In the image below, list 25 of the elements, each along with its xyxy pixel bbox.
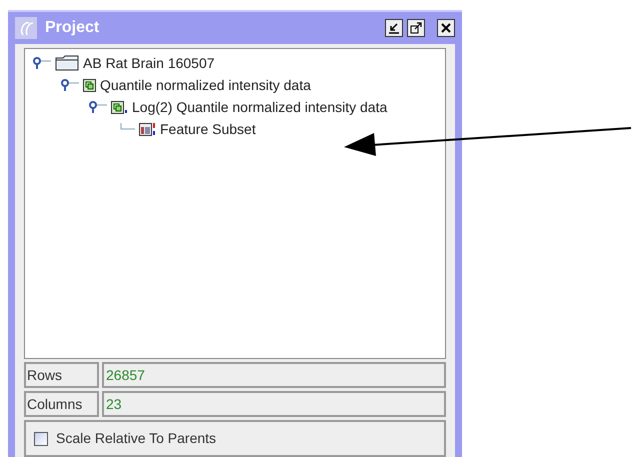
property-value: 26857 (102, 362, 446, 388)
dataset-icon (83, 78, 96, 92)
dataset-icon (111, 100, 128, 114)
property-label: Columns (24, 391, 99, 417)
tree-node-label[interactable]: Log(2) Quantile normalized intensity data (132, 96, 388, 118)
folder-icon (55, 55, 79, 71)
checkbox-label: Scale Relative To Parents (56, 429, 216, 448)
close-icon (441, 23, 451, 33)
window-title: Project (45, 18, 100, 38)
expanded-handle-icon[interactable] (33, 57, 51, 69)
close-button[interactable] (437, 19, 455, 37)
minimize-icon (388, 22, 400, 34)
tree-node-label[interactable]: Feature Subset (160, 118, 256, 140)
expanded-handle-icon[interactable] (89, 101, 107, 113)
tree-node-label[interactable]: AB Rat Brain 160507 (83, 52, 215, 74)
expanded-handle-icon[interactable] (61, 79, 79, 91)
minimize-button[interactable] (385, 19, 403, 37)
property-label: Rows (24, 362, 99, 388)
tree-node-label[interactable]: Quantile normalized intensity data (100, 74, 311, 96)
property-value: 23 (102, 391, 446, 417)
maximize-button[interactable] (407, 19, 425, 37)
app-logo-icon (15, 17, 37, 39)
maximize-icon (410, 22, 422, 34)
checkbox[interactable] (34, 432, 48, 446)
table-icon (139, 122, 156, 136)
